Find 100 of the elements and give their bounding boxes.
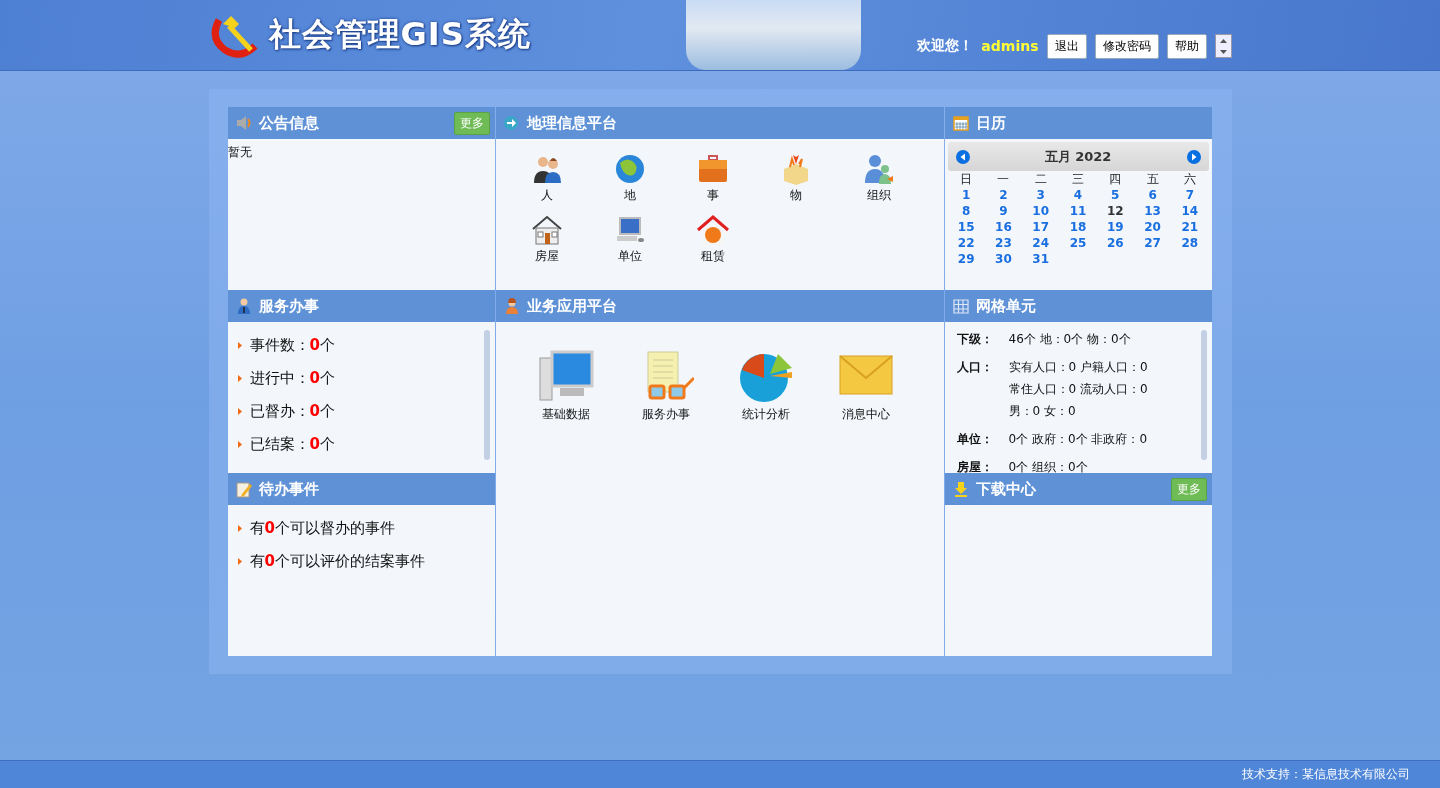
up-arrow-icon[interactable] — [1219, 38, 1227, 43]
bullet-arrow-icon — [237, 441, 242, 448]
grid-value: 常住人口：0 流动人口：0 — [1008, 382, 1148, 396]
calendar-day[interactable]: 30 — [984, 251, 1023, 267]
app-link[interactable]: 消息中心 — [841, 406, 890, 423]
calendar-day[interactable]: 7 — [1171, 187, 1209, 203]
calendar-day[interactable]: 23 — [984, 235, 1023, 251]
calendar-day[interactable]: 31 — [1022, 251, 1060, 267]
calendar-day[interactable]: 22 — [947, 235, 985, 251]
todo-text: 有0个可以评价的结案事件 — [249, 552, 425, 571]
stat-text: 已督办：0个 — [249, 402, 335, 421]
platform-link[interactable]: 租赁 — [701, 248, 725, 265]
platform-link[interactable]: 事 — [707, 187, 719, 204]
calendar-day[interactable]: 18 — [1059, 219, 1097, 235]
platform-link[interactable]: 地 — [624, 187, 636, 204]
username: admins — [981, 38, 1039, 54]
panel-title: 网格单元 — [975, 296, 1036, 316]
calendar-day[interactable]: 25 — [1059, 235, 1097, 251]
bullet-arrow-icon — [237, 375, 242, 382]
panel-title: 服务办事 — [258, 296, 319, 316]
next-month-icon[interactable] — [1186, 149, 1201, 164]
calendar-icon — [951, 114, 970, 132]
calendar-day[interactable]: 10 — [1022, 203, 1060, 219]
calendar-day[interactable]: 13 — [1133, 203, 1172, 219]
bullet-arrow-icon — [237, 408, 242, 415]
grid-label: 单位： — [956, 431, 994, 448]
more-button[interactable]: 更多 — [453, 111, 490, 135]
users-icon[interactable] — [863, 153, 895, 185]
calendar-day[interactable]: 16 — [984, 219, 1023, 235]
calendar-day[interactable]: 26 — [1096, 235, 1134, 251]
calendar-day[interactable]: 19 — [1096, 219, 1134, 235]
calendar-day[interactable]: 20 — [1133, 219, 1172, 235]
calendar-day[interactable]: 6 — [1133, 187, 1172, 203]
platform-link[interactable]: 房屋 — [535, 248, 559, 265]
app-link[interactable]: 基础数据 — [541, 406, 590, 423]
grid-label: 下级： — [956, 331, 994, 348]
computer-monitor-icon[interactable] — [537, 348, 594, 404]
panel-title: 下载中心 — [975, 479, 1036, 499]
scrollbar[interactable] — [1200, 330, 1207, 460]
panel-title: 待办事件 — [258, 479, 319, 499]
grid-label: 房屋： — [956, 459, 994, 473]
calendar-day[interactable]: 28 — [1171, 235, 1209, 251]
previous-month-icon[interactable] — [955, 149, 970, 164]
calendar-day[interactable]: 21 — [1171, 219, 1209, 235]
calendar-day[interactable]: 29 — [947, 251, 985, 267]
panel-title: 业务应用平台 — [526, 296, 617, 316]
weekday-label: 六 — [1182, 171, 1197, 187]
calendar-day[interactable]: 2 — [984, 187, 1023, 203]
grid-value: 0个 政府：0个 非政府：0 — [1008, 432, 1148, 446]
calendar-day[interactable]: 4 — [1059, 187, 1097, 203]
bullet-arrow-icon — [237, 342, 242, 349]
grid-value: 0个 组织：0个 — [1008, 460, 1088, 473]
panel-title: 公告信息 — [258, 113, 319, 133]
grid-label: 人口： — [956, 359, 994, 376]
weekday-label: 一 — [996, 171, 1011, 187]
bullet-arrow-icon — [237, 525, 242, 532]
down-arrow-icon[interactable] — [1219, 49, 1227, 54]
calendar-day[interactable]: 11 — [1059, 203, 1097, 219]
panel-title: 日历 — [975, 113, 1006, 133]
welcome-text: 欢迎您！ — [917, 37, 974, 55]
announcement-text: 暂无 — [227, 144, 253, 161]
header-button[interactable]: 修改密码 — [1094, 33, 1159, 59]
panel-title: 地理信息平台 — [526, 113, 617, 133]
calendar-day[interactable]: 14 — [1171, 203, 1209, 219]
platform-link[interactable]: 组织 — [867, 187, 891, 204]
calendar-day[interactable]: 27 — [1133, 235, 1172, 251]
grid-value: 实有人口：0 户籍人口：0 — [1008, 360, 1148, 374]
platform-link[interactable]: 单位 — [618, 248, 642, 265]
arrow-circle-icon — [502, 114, 521, 132]
app-link[interactable]: 服务办事 — [641, 406, 690, 423]
calendar-day[interactable]: 15 — [947, 219, 985, 235]
rent-house-icon[interactable] — [697, 214, 729, 246]
speaker-icon — [234, 114, 253, 132]
platform-link[interactable]: 人 — [541, 187, 553, 204]
header-button[interactable]: 退出 — [1046, 33, 1087, 59]
bullet-arrow-icon — [237, 558, 242, 565]
stat-text: 事件数：0个 — [249, 336, 335, 355]
calendar-day[interactable]: 8 — [947, 203, 985, 219]
calendar-day[interactable]: 12 — [1096, 203, 1134, 219]
calendar-day[interactable]: 3 — [1022, 187, 1060, 203]
weekday-label: 五 — [1145, 171, 1160, 187]
briefcase-icon[interactable] — [697, 153, 729, 185]
calendar-day[interactable]: 24 — [1022, 235, 1060, 251]
calendar-day[interactable]: 1 — [947, 187, 985, 203]
stat-text: 进行中：0个 — [249, 369, 335, 388]
more-button[interactable]: 更多 — [1170, 477, 1207, 501]
globe-icon[interactable] — [614, 153, 646, 185]
house-icon[interactable] — [531, 214, 563, 246]
stat-text: 已结案：0个 — [249, 435, 335, 454]
grid-value: 男：0 女：0 — [1008, 404, 1076, 418]
scrollbar[interactable] — [483, 330, 490, 460]
calendar-day[interactable]: 5 — [1096, 187, 1134, 203]
weekday-label: 四 — [1108, 171, 1123, 187]
header-button[interactable]: 帮助 — [1166, 33, 1207, 59]
spinner-control[interactable] — [1214, 34, 1232, 58]
app-link[interactable]: 统计分析 — [741, 406, 790, 423]
footer-text: 技术支持：某信息技术有限公司 — [1242, 766, 1410, 783]
calendar-day[interactable]: 17 — [1022, 219, 1060, 235]
calendar-day[interactable]: 9 — [984, 203, 1023, 219]
platform-link[interactable]: 物 — [790, 187, 802, 204]
